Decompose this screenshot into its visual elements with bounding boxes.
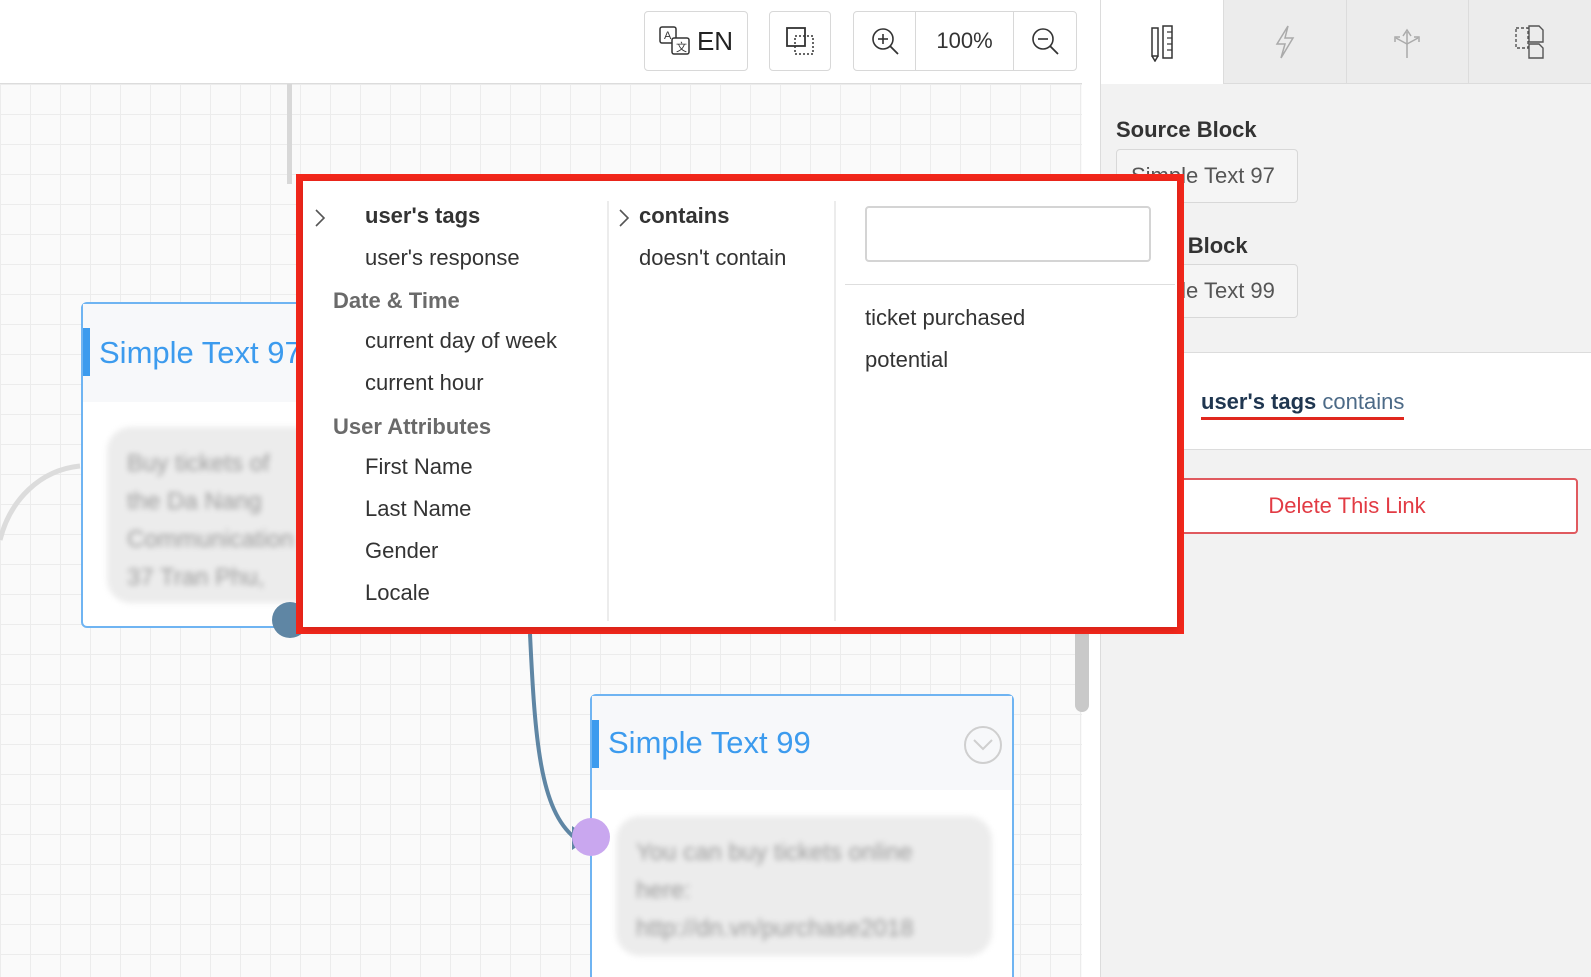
zoom-in-button[interactable] xyxy=(854,12,916,70)
column-divider xyxy=(607,201,609,621)
tab-pages[interactable] xyxy=(1468,0,1591,84)
condition-operator: contains xyxy=(1322,389,1405,414)
frame-icon xyxy=(786,27,814,55)
field-option-last-name[interactable]: Last Name xyxy=(365,496,471,522)
condition-key: user's tags xyxy=(1201,389,1317,414)
block-message-bubble: Buy tickets of the Da Nang Communication… xyxy=(107,427,327,603)
block-simple-text-97[interactable]: Simple Text 97 Buy tickets of the Da Nan… xyxy=(81,302,327,628)
field-option-gender[interactable]: Gender xyxy=(365,538,438,564)
chevron-right-icon xyxy=(315,209,326,227)
field-option-users-response[interactable]: user's response xyxy=(365,245,520,271)
suggestions-divider xyxy=(845,284,1175,285)
canvas-toolbar: A 文 EN 100% xyxy=(0,0,1082,84)
block-header: Simple Text 97 xyxy=(83,304,319,402)
svg-text:A: A xyxy=(664,30,672,42)
tab-routing[interactable] xyxy=(1345,0,1469,84)
input-port[interactable] xyxy=(572,818,610,856)
lightning-icon xyxy=(1275,25,1294,58)
tab-actions[interactable] xyxy=(1222,0,1346,84)
document-flow-icon xyxy=(1515,24,1544,59)
field-option-first-name[interactable]: First Name xyxy=(365,454,473,480)
condition-editor-popup: user's tags user's response Date & Time … xyxy=(296,174,1184,634)
chevron-right-icon xyxy=(619,209,630,227)
field-option-current-hour[interactable]: current hour xyxy=(365,370,484,396)
group-heading-user-attributes: User Attributes xyxy=(333,414,492,439)
tag-suggestion-potential[interactable]: potential xyxy=(865,347,948,373)
delete-link-button[interactable]: Delete This Link xyxy=(1116,478,1578,534)
block-header: Simple Text 99 xyxy=(592,696,1012,790)
svg-text:文: 文 xyxy=(676,40,687,54)
field-option-locale[interactable]: Locale xyxy=(365,580,430,606)
language-button[interactable]: A 文 EN xyxy=(644,11,748,71)
operator-option-contains[interactable]: contains xyxy=(639,203,729,229)
zoom-level: 100% xyxy=(916,12,1014,70)
field-option-users-tags[interactable]: user's tags xyxy=(365,203,480,229)
field-option-current-day-of-week[interactable]: current day of week xyxy=(365,328,557,354)
panel-tabs xyxy=(1101,0,1591,84)
chevron-down-icon[interactable] xyxy=(964,726,1002,764)
block-message-bubble: You can buy tickets online here: http://… xyxy=(616,816,992,956)
block-title: Simple Text 97 xyxy=(99,335,302,370)
zoom-out-button[interactable] xyxy=(1014,12,1076,70)
translate-icon: A 文 xyxy=(659,26,690,55)
zoom-in-icon xyxy=(871,28,899,55)
block-accent xyxy=(83,328,90,376)
column-divider xyxy=(834,201,836,621)
fit-to-screen-button[interactable] xyxy=(769,11,831,71)
group-heading-date-time: Date & Time xyxy=(333,288,460,313)
split-arrows-icon xyxy=(1394,28,1421,58)
tag-suggestion-ticket-purchased[interactable]: ticket purchased xyxy=(865,305,1025,331)
block-title: Simple Text 99 xyxy=(608,725,811,760)
condition-text[interactable]: user's tags contains xyxy=(1201,389,1405,420)
block-simple-text-99[interactable]: Simple Text 99 You can buy tickets onlin… xyxy=(590,694,1014,977)
condition-editor-content: user's tags user's response Date & Time … xyxy=(303,181,1177,627)
source-block-label: Source Block xyxy=(1116,117,1257,142)
zoom-controls: 100% xyxy=(853,11,1077,71)
language-label: EN xyxy=(696,25,734,56)
tag-value-input[interactable] xyxy=(865,206,1151,262)
block-accent xyxy=(592,720,599,768)
operator-option-doesnt-contain[interactable]: doesn't contain xyxy=(639,245,786,271)
link-line-vertical xyxy=(287,84,292,184)
zoom-out-icon xyxy=(1032,28,1059,55)
ruler-pencil-icon xyxy=(1151,24,1173,62)
tab-properties[interactable] xyxy=(1101,0,1223,84)
